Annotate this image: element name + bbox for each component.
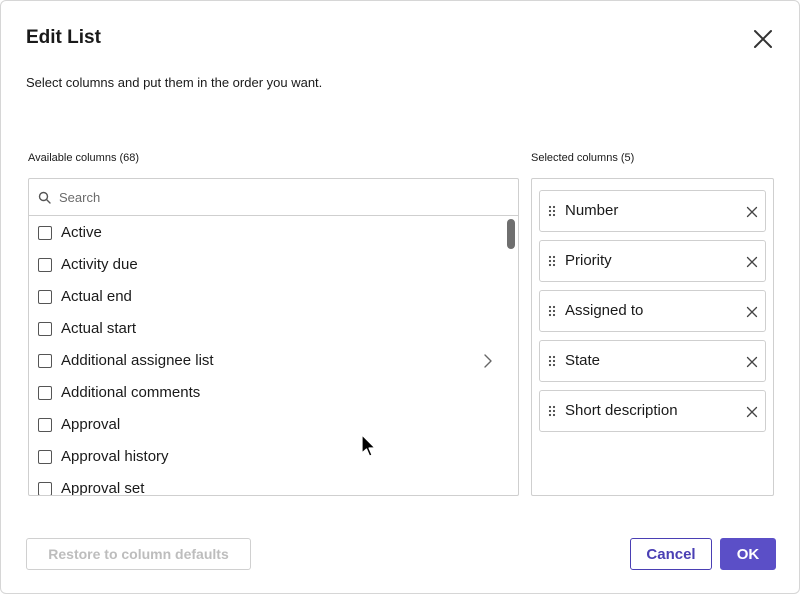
drag-handle-icon[interactable] [548, 205, 556, 217]
dialog-subtitle: Select columns and put them in the order… [26, 75, 323, 90]
list-item-label: Approval set [61, 480, 145, 496]
checkbox[interactable] [38, 482, 52, 495]
selected-column-chip[interactable]: State [539, 340, 766, 382]
selected-column-chip[interactable]: Short description [539, 390, 766, 432]
dialog-title: Edit List [26, 27, 101, 48]
checkbox[interactable] [38, 418, 52, 432]
list-item[interactable]: Active [29, 217, 507, 249]
list-item[interactable]: Approval history [29, 441, 507, 473]
remove-icon[interactable] [744, 304, 760, 320]
list-item[interactable]: Additional assignee list [29, 345, 507, 377]
drag-handle-icon[interactable] [548, 255, 556, 267]
mouse-cursor-icon [361, 434, 376, 457]
selected-column-chip[interactable]: Assigned to [539, 290, 766, 332]
remove-icon[interactable] [744, 354, 760, 370]
list-item-label: Approval history [61, 448, 169, 465]
chip-label: Short description [565, 402, 678, 419]
checkbox[interactable] [38, 322, 52, 336]
restore-defaults-button[interactable]: Restore to column defaults [26, 538, 251, 570]
list-item[interactable]: Actual end [29, 281, 507, 313]
list-item[interactable]: Actual start [29, 313, 507, 345]
available-columns-panel: Active Activity due Actual end Actual st… [28, 178, 519, 496]
remove-icon[interactable] [744, 404, 760, 420]
list-item-label: Additional assignee list [61, 352, 214, 369]
list-item-label: Active [61, 224, 102, 241]
remove-icon[interactable] [744, 254, 760, 270]
list-item[interactable]: Activity due [29, 249, 507, 281]
list-item[interactable]: Approval [29, 409, 507, 441]
drag-handle-icon[interactable] [548, 405, 556, 417]
search-input[interactable] [59, 187, 499, 207]
list-item-label: Additional comments [61, 384, 201, 401]
search-row [29, 179, 518, 216]
cancel-button[interactable]: Cancel [630, 538, 712, 570]
checkbox[interactable] [38, 290, 52, 304]
chip-label: State [565, 352, 601, 369]
selected-columns-label: Selected columns (5) [531, 152, 635, 164]
list-item-label: Approval [61, 416, 121, 433]
remove-icon[interactable] [744, 204, 760, 220]
selected-column-chip[interactable]: Priority [539, 240, 766, 282]
selected-columns-panel: Number Priority Assigned to State Short … [531, 178, 774, 496]
available-columns-list[interactable]: Active Activity due Actual end Actual st… [29, 216, 518, 496]
scrollbar-thumb[interactable] [507, 219, 515, 249]
close-icon [754, 30, 772, 48]
ok-button[interactable]: OK [720, 538, 776, 570]
search-icon [38, 191, 51, 204]
chip-label: Number [565, 202, 619, 219]
checkbox[interactable] [38, 354, 52, 368]
list-item[interactable]: Additional comments [29, 377, 507, 409]
drag-handle-icon[interactable] [548, 305, 556, 317]
list-item-label: Actual end [61, 288, 132, 305]
list-item-label: Actual start [61, 320, 137, 337]
chip-label: Priority [565, 252, 612, 269]
chevron-right-icon[interactable] [483, 354, 493, 368]
list-item-label: Activity due [61, 256, 138, 273]
chip-label: Assigned to [565, 302, 644, 319]
checkbox[interactable] [38, 258, 52, 272]
list-item[interactable]: Approval set [29, 473, 507, 496]
checkbox[interactable] [38, 226, 52, 240]
close-button[interactable] [749, 25, 777, 53]
checkbox[interactable] [38, 386, 52, 400]
available-columns-label: Available columns (68) [28, 152, 140, 164]
drag-handle-icon[interactable] [548, 355, 556, 367]
edit-list-dialog: Edit List Select columns and put them in… [0, 0, 800, 594]
selected-column-chip[interactable]: Number [539, 190, 766, 232]
checkbox[interactable] [38, 450, 52, 464]
